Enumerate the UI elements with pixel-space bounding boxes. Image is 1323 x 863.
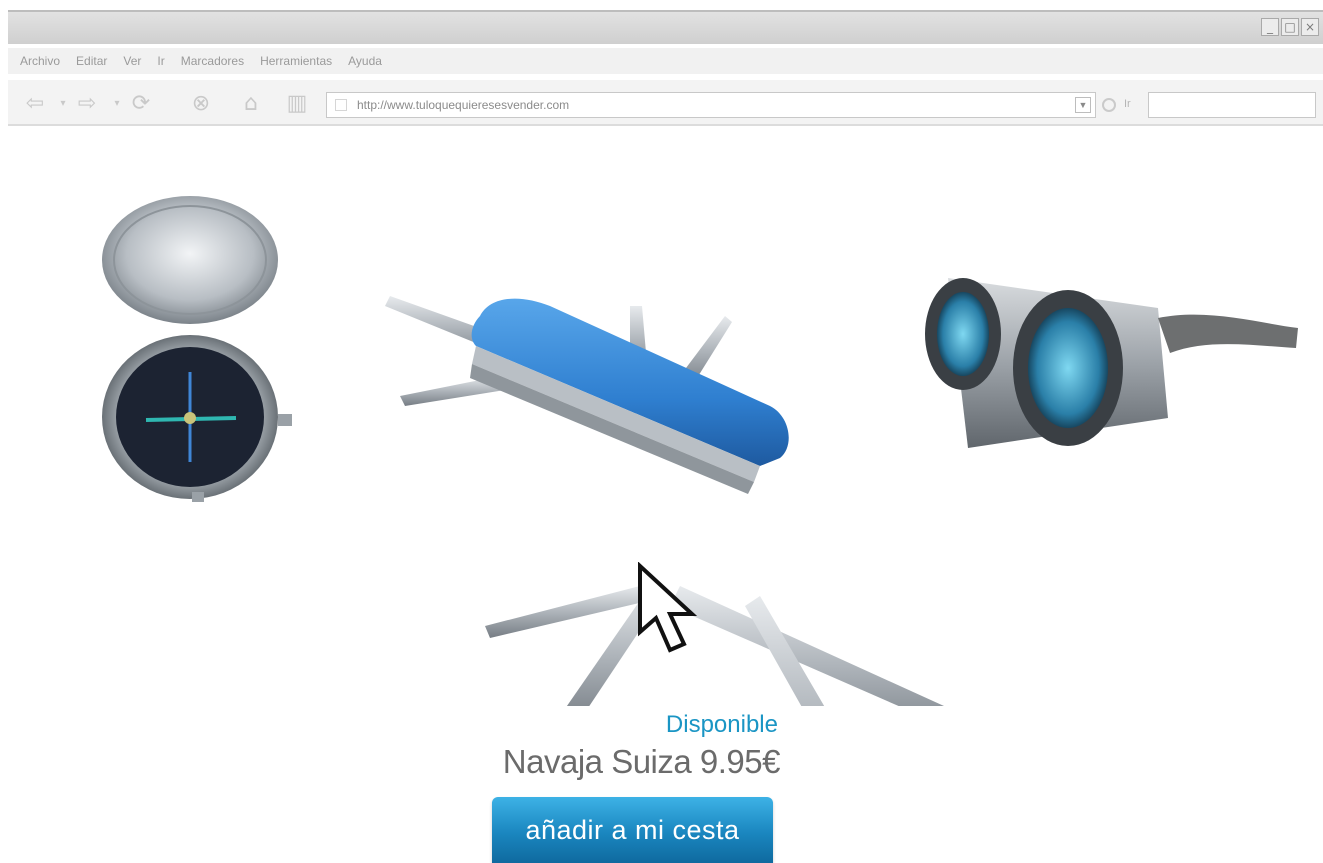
binoculars-image[interactable] <box>908 268 1308 468</box>
address-bar[interactable]: http://www.tuloquequieresesvender.com ▼ <box>326 92 1096 118</box>
home-icon[interactable]: ⌂ <box>238 90 264 116</box>
window-controls: _ □ × <box>1261 18 1319 36</box>
back-dropdown-icon[interactable]: ▾ <box>50 90 76 116</box>
url-dropdown-icon[interactable]: ▼ <box>1075 97 1091 113</box>
menu-archivo[interactable]: Archivo <box>20 54 60 68</box>
menu-editar[interactable]: Editar <box>76 54 107 68</box>
bookmark-icon[interactable]: ▥ <box>284 90 310 116</box>
maximize-button[interactable]: □ <box>1281 18 1299 36</box>
close-button[interactable]: × <box>1301 18 1319 36</box>
search-input[interactable] <box>1148 92 1316 118</box>
menu-ir[interactable]: Ir <box>157 54 164 68</box>
availability-label: Disponible <box>665 711 778 738</box>
page-icon <box>335 99 347 111</box>
product-title: Navaja Suiza 9.95€ <box>502 743 781 780</box>
page-content: Disponible Navaja Suiza 9.95€ añadir a m… <box>8 128 1323 863</box>
navigation-toolbar: ⇦ ▾ ⇨ ▾ ⟳ ⊗ ⌂ ▥ http://www.tuloquequiere… <box>8 80 1323 126</box>
title-bar: _ □ × <box>8 10 1323 44</box>
forward-dropdown-icon[interactable]: ▾ <box>104 90 130 116</box>
menu-marcadores[interactable]: Marcadores <box>181 54 244 68</box>
stop-icon[interactable]: ⊗ <box>188 90 214 116</box>
add-to-cart-button[interactable]: añadir a mi cesta <box>492 797 773 863</box>
menu-ver[interactable]: Ver <box>123 54 141 68</box>
pointer-cursor-icon <box>638 562 698 653</box>
menu-herramientas[interactable]: Herramientas <box>260 54 332 68</box>
url-text[interactable]: http://www.tuloquequieresesvender.com <box>357 98 1075 112</box>
back-icon[interactable]: ⇦ <box>22 90 48 116</box>
menu-bar: Archivo Editar Ver Ir Marcadores Herrami… <box>8 48 1323 74</box>
browser-window: _ □ × Archivo Editar Ver Ir Marcadores H… <box>8 10 1323 863</box>
minimize-button[interactable]: _ <box>1261 18 1279 36</box>
compass-image[interactable] <box>86 192 306 502</box>
menu-ayuda[interactable]: Ayuda <box>348 54 382 68</box>
reload-icon[interactable]: ⟳ <box>128 90 154 116</box>
forward-icon[interactable]: ⇨ <box>74 90 100 116</box>
go-icon[interactable] <box>1102 98 1116 112</box>
go-label[interactable]: Ir <box>1124 98 1131 110</box>
